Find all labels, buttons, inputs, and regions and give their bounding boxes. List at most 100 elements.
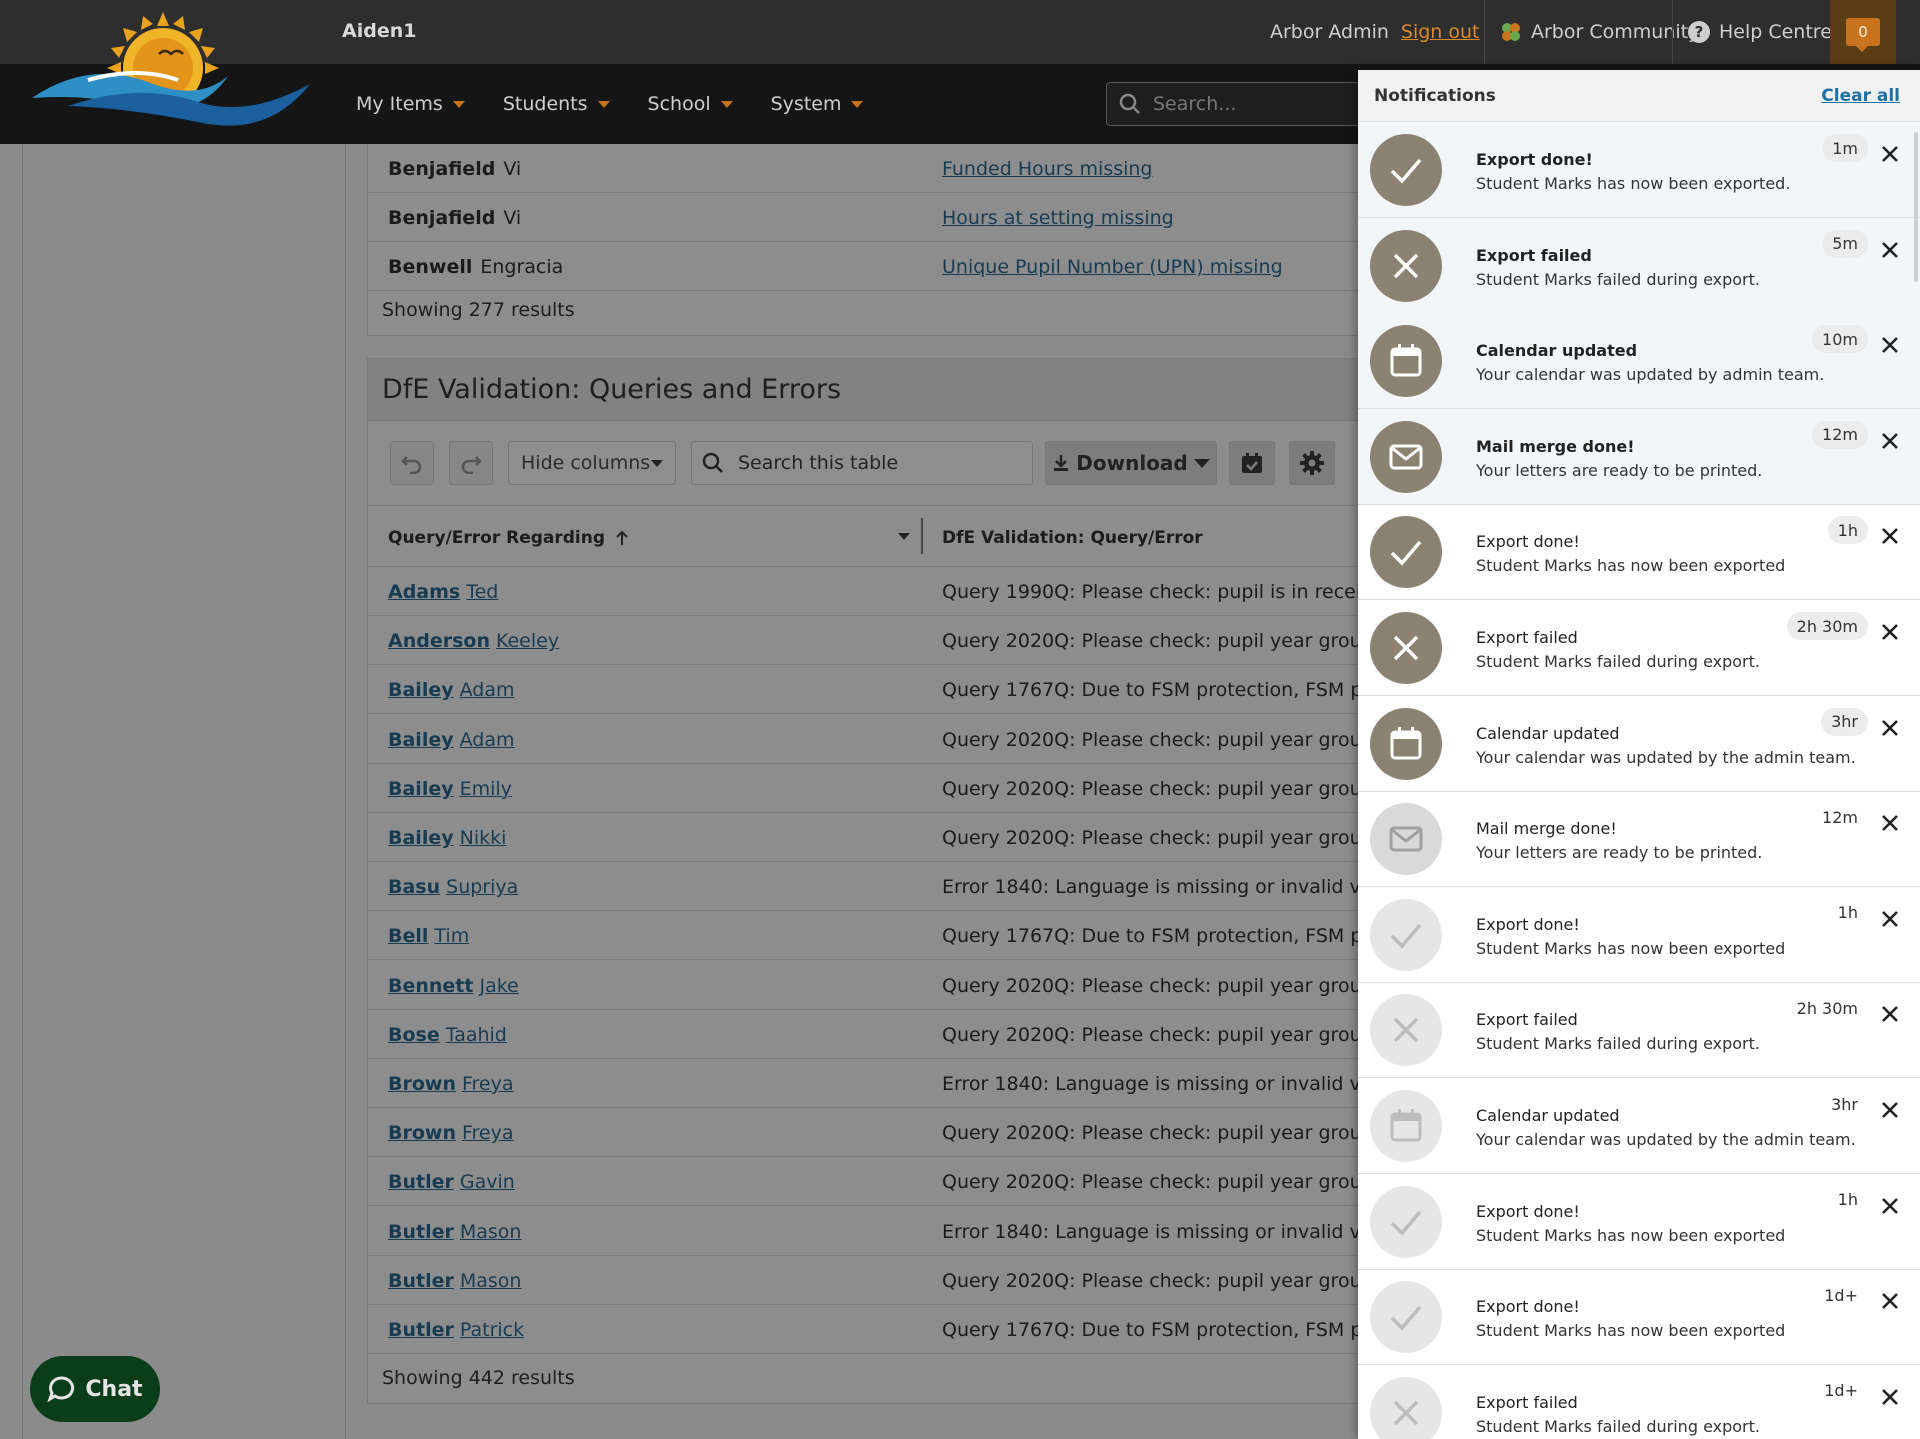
- notification-item[interactable]: Export failed Student Marks failed during…: [1358, 217, 1920, 314]
- notification-title: Mail merge done!: [1476, 436, 1635, 456]
- notification-message: Student Marks has now been exported: [1476, 1225, 1786, 1245]
- notification-item[interactable]: Calendar updated Your calendar was update…: [1358, 1078, 1920, 1174]
- sign-out-link[interactable]: Sign out: [1401, 21, 1480, 43]
- notification-item[interactable]: Export failed Student Marks failed during…: [1358, 1365, 1920, 1439]
- table-search-input[interactable]: Search this table: [691, 441, 1033, 485]
- notification-item[interactable]: Export done! Student Marks has now been e…: [1358, 122, 1920, 218]
- close-icon[interactable]: [1878, 1002, 1902, 1026]
- scrollbar[interactable]: [1914, 132, 1918, 282]
- undo-button[interactable]: [390, 441, 434, 485]
- mail-icon: [1389, 826, 1423, 852]
- notification-item[interactable]: Calendar updated Your calendar was update…: [1358, 313, 1920, 410]
- close-icon[interactable]: [1878, 1385, 1902, 1409]
- notification-item[interactable]: Export done! Student Marks has now been e…: [1358, 1269, 1920, 1366]
- notification-message: Student Marks has now been exported.: [1476, 174, 1791, 193]
- chevron-down-icon: [597, 100, 610, 108]
- notification-item[interactable]: Mail merge done! Your letters are ready t…: [1358, 791, 1920, 888]
- close-icon[interactable]: [1878, 333, 1902, 357]
- notification-count-badge: 0: [1846, 18, 1880, 52]
- search-icon: [702, 452, 723, 473]
- issue-link[interactable]: Unique Pupil Number (UPN) missing: [942, 256, 1283, 278]
- download-icon: [1054, 455, 1069, 471]
- mail-icon: [1389, 444, 1423, 470]
- notification-item[interactable]: Export failed Student Marks failed during…: [1358, 982, 1920, 1079]
- issue-link[interactable]: Funded Hours missing: [942, 158, 1153, 180]
- check-icon: [1390, 923, 1422, 949]
- settings-button[interactable]: [1289, 441, 1335, 485]
- notification-message: Your calendar was updated by the admin t…: [1476, 1130, 1856, 1149]
- pupil-link[interactable]: Butler Mason: [388, 1270, 521, 1292]
- column-header-regarding[interactable]: Query/Error Regarding: [388, 528, 629, 548]
- clear-all-link[interactable]: Clear all: [1821, 86, 1900, 106]
- pupil-link[interactable]: Butler Patrick: [388, 1319, 524, 1341]
- chevron-down-icon: [1193, 458, 1210, 468]
- notification-item[interactable]: Export done! Student Marks has now been e…: [1358, 887, 1920, 983]
- close-icon[interactable]: [1878, 1098, 1902, 1122]
- nav-students[interactable]: Students: [503, 93, 610, 115]
- pupil-link[interactable]: Bailey Adam: [388, 679, 515, 701]
- close-icon[interactable]: [1878, 429, 1902, 453]
- close-icon[interactable]: [1878, 1194, 1902, 1218]
- pupil-link[interactable]: Bailey Adam: [388, 729, 515, 751]
- notification-time: 12m: [1812, 420, 1868, 449]
- close-icon[interactable]: [1878, 811, 1902, 835]
- column-menu-icon[interactable]: [898, 533, 910, 540]
- redo-button[interactable]: [449, 441, 493, 485]
- pupil-link[interactable]: Anderson Keeley: [388, 630, 559, 652]
- issue-link[interactable]: Hours at setting missing: [942, 207, 1174, 229]
- pupil-link[interactable]: Brown Freya: [388, 1073, 514, 1095]
- nav-my-items[interactable]: My Items: [356, 93, 465, 115]
- pupil-name: Benjafield Vi: [388, 158, 522, 180]
- nav-school[interactable]: School: [648, 93, 733, 115]
- pupil-link[interactable]: Butler Gavin: [388, 1171, 515, 1193]
- nav-my-items-label: My Items: [356, 93, 443, 115]
- question-icon: ?: [1688, 21, 1710, 43]
- task-button[interactable]: [1229, 441, 1275, 485]
- download-button[interactable]: Download: [1045, 441, 1217, 485]
- notification-message: Student Marks failed during export.: [1476, 1416, 1760, 1436]
- nav-system-label: System: [770, 93, 842, 115]
- pupil-link[interactable]: Bailey Nikki: [388, 827, 506, 849]
- notification-message: Student Marks failed during export.: [1476, 652, 1760, 671]
- notifications-toggle[interactable]: 0: [1830, 0, 1896, 64]
- column-header-query[interactable]: DfE Validation: Query/Error: [942, 528, 1203, 548]
- pupil-link[interactable]: Bailey Emily: [388, 778, 512, 800]
- notification-icon-circle: [1370, 1090, 1442, 1162]
- close-icon[interactable]: [1878, 620, 1902, 644]
- results-count: Showing 442 results: [382, 1367, 575, 1389]
- notification-item[interactable]: Export failed Student Marks failed during…: [1358, 600, 1920, 696]
- close-icon[interactable]: [1878, 238, 1902, 262]
- pupil-link[interactable]: Brown Freya: [388, 1122, 514, 1144]
- calendar-check-icon: [1242, 453, 1262, 473]
- chat-button[interactable]: Chat: [30, 1356, 160, 1422]
- pupil-link[interactable]: Bell Tim: [388, 925, 469, 947]
- close-icon[interactable]: [1878, 716, 1902, 740]
- pupil-link[interactable]: Adams Ted: [388, 581, 498, 603]
- pupil-name: Benjafield Vi: [388, 207, 522, 229]
- global-search-input[interactable]: Search...: [1106, 82, 1366, 126]
- pupil-name: Benwell Engracia: [388, 256, 564, 278]
- close-icon[interactable]: [1878, 142, 1902, 166]
- close-icon[interactable]: [1878, 524, 1902, 548]
- check-icon: [1390, 1210, 1422, 1236]
- column-resize-handle[interactable]: [921, 518, 923, 554]
- notification-item[interactable]: Mail merge done! Your letters are ready t…: [1358, 408, 1920, 505]
- table-search-placeholder: Search this table: [738, 452, 899, 474]
- pupil-link[interactable]: Bose Taahid: [388, 1024, 507, 1046]
- nav-system[interactable]: System: [771, 93, 864, 115]
- pupil-link[interactable]: Butler Mason: [388, 1221, 521, 1243]
- pupil-link[interactable]: Bennett Jake: [388, 975, 519, 997]
- nav-students-label: Students: [502, 93, 588, 115]
- help-centre-link[interactable]: ? Help Centre: [1672, 0, 1832, 64]
- community-link[interactable]: Arbor Community: [1484, 0, 1699, 64]
- notification-message: Student Marks failed during export.: [1476, 1034, 1760, 1054]
- notification-item[interactable]: Calendar updated Your calendar was update…: [1358, 696, 1920, 792]
- school-logo[interactable]: [28, 10, 318, 135]
- close-icon[interactable]: [1878, 907, 1902, 931]
- notification-item[interactable]: Export done! Student Marks has now been e…: [1358, 1174, 1920, 1270]
- close-icon[interactable]: [1878, 1289, 1902, 1313]
- hide-columns-select[interactable]: Hide columns: [508, 441, 676, 485]
- pupil-link[interactable]: Basu Supriya: [388, 876, 518, 898]
- calendar-icon: [1390, 1109, 1422, 1142]
- notification-item[interactable]: Export done! Student Marks has now been e…: [1358, 504, 1920, 601]
